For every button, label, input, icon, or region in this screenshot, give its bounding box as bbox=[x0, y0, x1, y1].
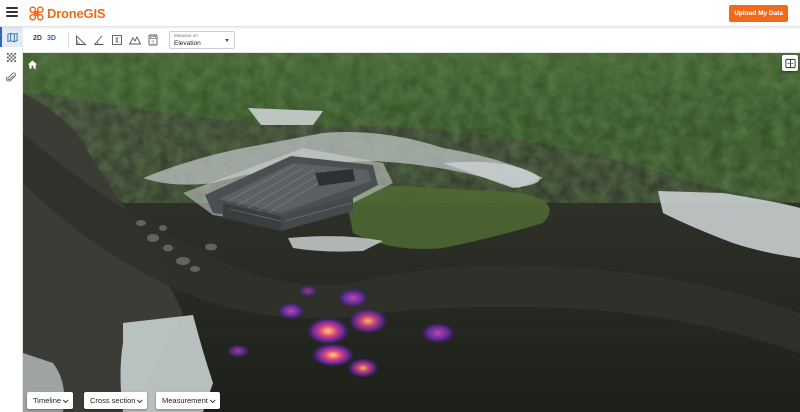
rail-item-map[interactable] bbox=[0, 27, 23, 47]
drone-logo-icon bbox=[29, 6, 44, 21]
measurement-label: Measurement bbox=[162, 396, 208, 405]
toolbar-divider bbox=[68, 32, 69, 48]
mode-2d-button[interactable]: 2D bbox=[33, 35, 42, 42]
measure-on-value: Elevation bbox=[174, 40, 201, 47]
angle-icon bbox=[94, 35, 104, 45]
app-name: DroneGIS bbox=[47, 6, 106, 21]
calculator-tool[interactable] bbox=[147, 33, 159, 46]
profile-icon bbox=[128, 35, 142, 45]
home-view-button[interactable] bbox=[27, 57, 38, 69]
point-cloud-scene[interactable] bbox=[23, 53, 800, 412]
measure-on-select[interactable]: Measure on Elevation bbox=[169, 31, 235, 49]
left-rail bbox=[0, 27, 23, 412]
upload-data-button[interactable]: Upload My Data bbox=[729, 5, 788, 22]
menu-icon[interactable] bbox=[6, 7, 18, 19]
chevron-down-icon bbox=[225, 39, 229, 42]
chevron-down-icon bbox=[209, 396, 216, 403]
home-icon bbox=[27, 60, 38, 69]
app-header: DroneGIS Upload My Data bbox=[0, 0, 800, 27]
view-toolbar: 2D 3D Measure on Elevation bbox=[23, 27, 800, 53]
mode-3d-button[interactable]: 3D bbox=[47, 35, 56, 42]
grid-pattern-icon bbox=[6, 52, 17, 62]
angle-tool[interactable] bbox=[93, 33, 105, 45]
calculator-icon bbox=[148, 34, 158, 46]
measurement-button[interactable]: Measurement bbox=[156, 392, 220, 409]
split-view-button[interactable] bbox=[782, 55, 798, 71]
rail-item-layers[interactable] bbox=[0, 47, 23, 67]
area-tool[interactable] bbox=[75, 33, 87, 45]
rail-item-attachments[interactable] bbox=[0, 67, 23, 87]
cross-section-label: Cross section bbox=[90, 396, 136, 405]
chevron-down-icon bbox=[137, 396, 143, 403]
cross-section-button[interactable]: Cross section bbox=[84, 392, 148, 409]
map-icon bbox=[7, 32, 18, 42]
timeline-button[interactable]: Timeline bbox=[27, 392, 74, 409]
app-logo[interactable]: DroneGIS bbox=[29, 5, 106, 22]
chevron-down-icon bbox=[62, 396, 69, 403]
measure-on-label: Measure on bbox=[174, 33, 198, 38]
profile-tool[interactable] bbox=[128, 33, 142, 45]
volume-tool[interactable] bbox=[111, 33, 123, 45]
map-viewport[interactable]: Timeline Cross section Measurement bbox=[23, 53, 800, 412]
area-icon bbox=[76, 34, 87, 45]
split-view-icon bbox=[784, 58, 796, 68]
paperclip-icon bbox=[6, 71, 16, 81]
timeline-label: Timeline bbox=[33, 396, 62, 405]
volume-icon bbox=[112, 35, 122, 45]
